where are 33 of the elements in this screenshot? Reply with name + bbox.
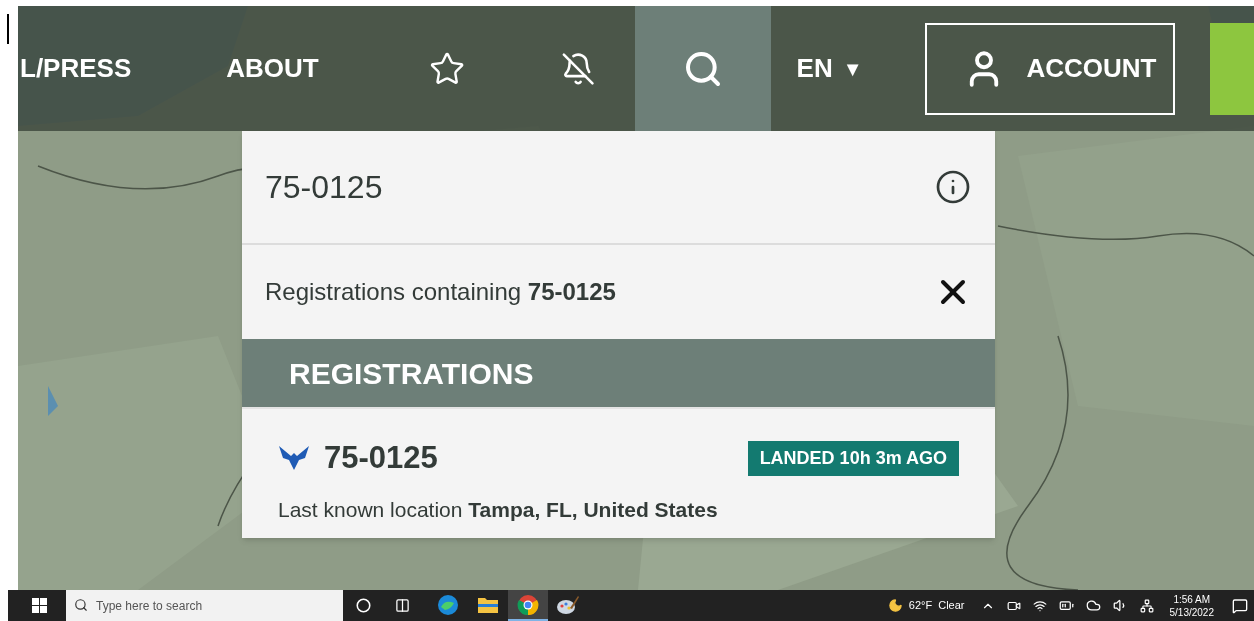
status-badge: LANDED 10h 3m AGO — [747, 440, 959, 476]
wifi-icon[interactable] — [1032, 598, 1047, 613]
search-button[interactable] — [635, 6, 771, 131]
palette-icon[interactable] — [556, 593, 580, 616]
language-selector[interactable]: EN ▼ — [796, 49, 863, 88]
moon-icon — [887, 598, 903, 613]
temperature: 62°F — [908, 598, 933, 614]
bell-off-icon[interactable] — [560, 50, 596, 87]
section-title: REGISTRATIONS — [289, 355, 534, 392]
browser-icon[interactable] — [517, 593, 539, 616]
network-icon[interactable] — [1139, 598, 1154, 613]
cloud-icon[interactable] — [1085, 598, 1101, 613]
info-icon[interactable] — [935, 169, 971, 205]
windows-start-icon[interactable] — [32, 598, 47, 613]
taskbar-search-field[interactable]: Type here to search — [66, 590, 343, 621]
weather-condition: Clear — [938, 598, 965, 614]
search-field[interactable]: 75-0125 — [265, 163, 865, 211]
clock[interactable]: 1:56 AM 5/13/2022 — [1169, 592, 1214, 619]
registration-number: 75-0125 — [324, 439, 438, 477]
result-item[interactable]: 75-0125 LANDED 10h 3m AGO Last known location Tampa, FL, United States — [242, 407, 995, 538]
battery-icon[interactable] — [1058, 598, 1074, 613]
task-view-icon[interactable] — [395, 598, 410, 613]
location-text: Last known location Tampa, FL, United States — [278, 496, 719, 523]
cortana-icon[interactable] — [356, 598, 371, 613]
account-button[interactable]: ACCOUNT — [924, 22, 1176, 115]
taskbar-app[interactable] — [508, 590, 548, 621]
nav-link[interactable]: L/PRESS — [20, 49, 132, 88]
browser-icon[interactable] — [437, 593, 459, 616]
search-icon — [74, 598, 88, 612]
search-suggestion[interactable]: Registrations containing 75-0125 — [265, 274, 616, 310]
nav-link[interactable]: ABOUT — [226, 49, 319, 88]
notification-icon[interactable] — [1232, 597, 1248, 614]
text-cursor — [7, 14, 9, 44]
